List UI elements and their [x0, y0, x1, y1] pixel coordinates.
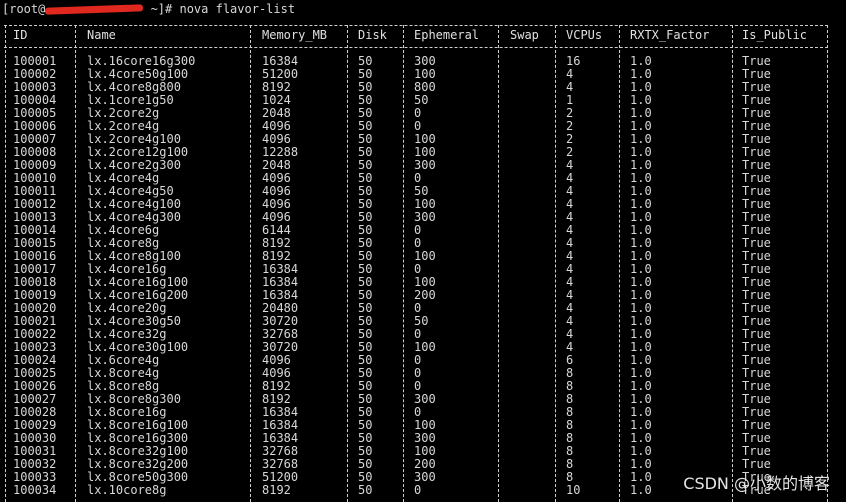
cell-rxtx-factor: 1.0 [630, 483, 652, 497]
column-header-vcpus: VCPUs [566, 28, 603, 42]
cell-id: 100034 [13, 483, 57, 497]
table-border-top [4, 25, 828, 26]
prompt-suffix: ~]# [143, 2, 180, 16]
prompt-prefix: [root@ [2, 2, 46, 16]
column-header-disk: Disk [358, 28, 387, 42]
watermark: CSDN @小数的博客 [683, 474, 830, 493]
cell-memory-mb: 8192 [262, 483, 291, 497]
column-header-rxtx-factor: RXTX_Factor [630, 28, 710, 42]
terminal-window[interactable]: [root@ ~]# nova flavor-list ID Name Memory… [0, 0, 846, 502]
table-header-separator [4, 47, 828, 48]
command-line: [root@ ~]# nova flavor-list [2, 3, 295, 16]
column-header-name: Name [87, 28, 116, 42]
column-header-id: ID [13, 28, 28, 42]
cell-name: lx.10core8g [87, 483, 167, 497]
column-header-memory-mb: Memory_MB [262, 28, 328, 42]
column-header-ephemeral: Ephemeral [414, 28, 480, 42]
cell-disk: 50 [358, 483, 373, 497]
cell-vcpus: 10 [566, 483, 581, 497]
column-header-swap: Swap [510, 28, 539, 42]
redacted-hostname [45, 4, 144, 15]
column-header-is-public: Is_Public [742, 28, 808, 42]
cell-ephemeral: 0 [414, 483, 422, 497]
command-text: nova flavor-list [179, 2, 296, 16]
